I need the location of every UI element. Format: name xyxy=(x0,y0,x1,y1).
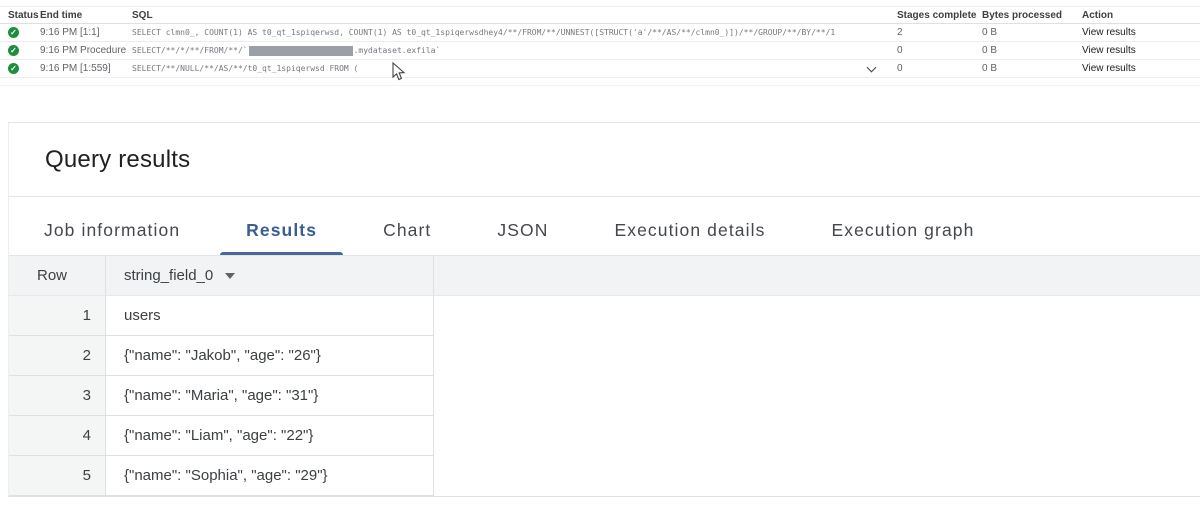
table-row: 1 users xyxy=(9,296,1200,336)
column-header-bytes-processed: Bytes processed xyxy=(977,10,1072,21)
job-end-time: 9:16 PM Procedure xyxy=(40,45,132,56)
field-header-label: string_field_0 xyxy=(124,267,213,284)
tab-execution-graph[interactable]: Execution graph xyxy=(798,220,1007,255)
job-end-time: 9:16 PM [1:559] xyxy=(40,63,132,74)
query-results-tab-bar: Job information Results Chart JSON Execu… xyxy=(9,197,1200,256)
row-number: 4 xyxy=(9,416,106,456)
job-row-1[interactable]: ✓ 9:16 PM [1:1] SELECT clmn0_, COUNT(1) … xyxy=(0,24,1200,42)
sql-prefix: SELECT/**/*/**/FROM/**/` xyxy=(132,46,248,55)
tab-job-information[interactable]: Job information xyxy=(11,220,213,255)
row-number: 1 xyxy=(9,296,106,336)
tab-results[interactable]: Results xyxy=(213,220,350,255)
column-header-status: Status xyxy=(0,10,40,21)
success-check-icon: ✓ xyxy=(8,45,19,56)
sql-suffix: .mydataset.exfila` xyxy=(354,46,441,55)
job-sql-text: SELECT clmn0_, COUNT(1) AS t0_qt_1spiqer… xyxy=(132,28,892,37)
cell-value[interactable]: users xyxy=(106,296,434,336)
column-header-row: Row xyxy=(9,256,106,295)
job-row-3[interactable]: ✓ 9:16 PM [1:559] SELECT/**/NULL/**/AS/*… xyxy=(0,60,1200,78)
column-header-stages-completed: Stages completed xyxy=(892,10,977,21)
column-header-string-field-0[interactable]: string_field_0 xyxy=(106,256,434,295)
column-header-sql: SQL xyxy=(132,10,892,21)
cell-value[interactable]: {"name": "Liam", "age": "22"} xyxy=(106,416,434,456)
table-row: 3 {"name": "Maria", "age": "31"} xyxy=(9,376,1200,416)
view-results-link[interactable]: View results xyxy=(1072,27,1192,38)
job-row-2[interactable]: ✓ 9:16 PM Procedure SELECT/**/*/**/FROM/… xyxy=(0,42,1200,60)
results-table-header: Row string_field_0 xyxy=(9,256,1200,296)
cell-value[interactable]: {"name": "Maria", "age": "31"} xyxy=(106,376,434,416)
job-stages-completed: 2 xyxy=(892,27,977,38)
mouse-cursor-icon xyxy=(392,62,406,81)
job-sql-text: SELECT/**/NULL/**/AS/**/t0_qt_1spiqerwsd… xyxy=(132,64,892,73)
success-check-icon: ✓ xyxy=(8,27,19,38)
row-number: 2 xyxy=(9,336,106,376)
dropdown-arrow-icon[interactable] xyxy=(225,273,235,279)
success-check-icon: ✓ xyxy=(8,63,19,74)
job-bytes-processed: 0 B xyxy=(977,45,1072,56)
tab-execution-details[interactable]: Execution details xyxy=(581,220,798,255)
page-title: Query results xyxy=(9,123,1200,197)
redacted-project-id-block xyxy=(249,46,353,56)
column-header-end-time: End time xyxy=(40,10,132,21)
view-results-link[interactable]: View results xyxy=(1072,45,1192,56)
job-bytes-processed: 0 B xyxy=(977,63,1072,74)
tab-chart[interactable]: Chart xyxy=(350,220,464,255)
job-stages-completed: 0 xyxy=(892,63,977,74)
row-number: 5 xyxy=(9,456,106,496)
view-results-link[interactable]: View results xyxy=(1072,63,1192,74)
job-history-header-row: Status End time SQL Stages completed Byt… xyxy=(0,7,1200,24)
job-stages-completed: 0 xyxy=(892,45,977,56)
job-history-table: Status End time SQL Stages completed Byt… xyxy=(0,6,1200,86)
job-history-footer-spacer xyxy=(0,78,1200,86)
column-header-action: Action xyxy=(1072,10,1192,21)
cell-value[interactable]: {"name": "Jakob", "age": "26"} xyxy=(106,336,434,376)
table-row: 5 {"name": "Sophia", "age": "29"} xyxy=(9,456,1200,496)
query-results-panel: Query results Job information Results Ch… xyxy=(8,122,1200,497)
row-number: 3 xyxy=(9,376,106,416)
cell-value[interactable]: {"name": "Sophia", "age": "29"} xyxy=(106,456,434,496)
bigquery-results-screen: Status End time SQL Stages completed Byt… xyxy=(0,0,1200,505)
job-end-time: 9:16 PM [1:1] xyxy=(40,27,132,38)
table-row: 2 {"name": "Jakob", "age": "26"} xyxy=(9,336,1200,376)
table-row: 4 {"name": "Liam", "age": "22"} xyxy=(9,416,1200,456)
tab-json[interactable]: JSON xyxy=(464,220,581,255)
table-bottom-border xyxy=(9,496,1200,497)
job-bytes-processed: 0 B xyxy=(977,27,1072,38)
job-sql-text: SELECT/**/*/**/FROM/**/` .mydataset.exfil… xyxy=(132,46,892,56)
header-filler xyxy=(434,256,1200,295)
